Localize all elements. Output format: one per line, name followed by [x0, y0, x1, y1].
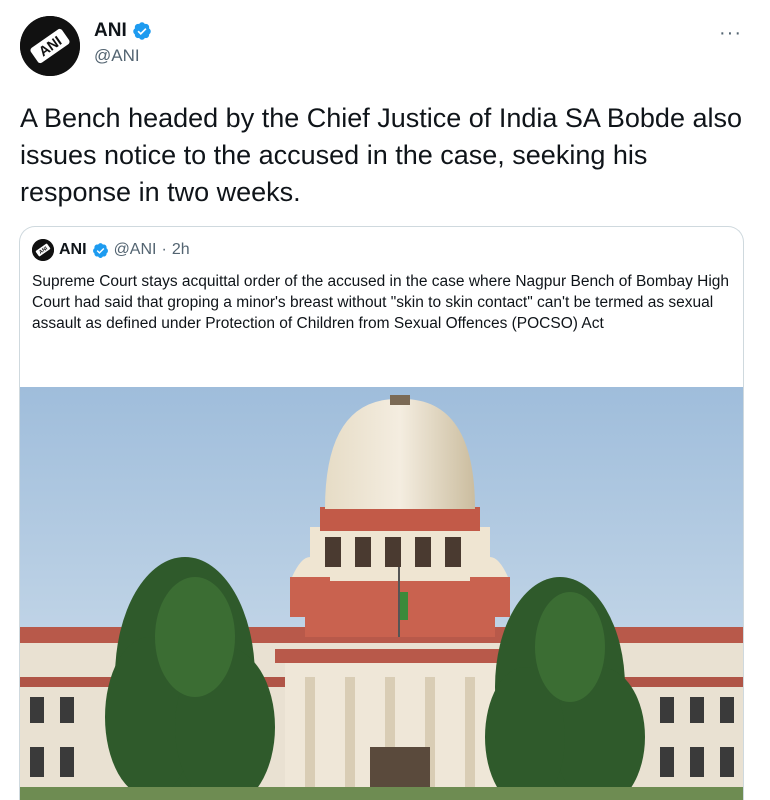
more-options-icon[interactable]: ··· [719, 22, 742, 45]
ani-logo-icon: ANI [20, 16, 80, 76]
quoted-avatar: ANI [32, 239, 54, 261]
verified-badge-icon [132, 22, 151, 40]
author-info[interactable]: ANI @ANI [94, 20, 152, 66]
quoted-tweet[interactable]: ANI ANI @ANI · 2h Supreme Court stays ac… [19, 226, 744, 800]
quoted-timestamp[interactable]: 2h [172, 241, 190, 259]
quoted-tweet-header: ANI ANI @ANI · 2h [32, 239, 190, 261]
tweet-text: A Bench headed by the Chief Justice of I… [20, 103, 742, 207]
verified-badge-icon [92, 242, 108, 258]
separator-dot: · [161, 241, 167, 258]
author-handle[interactable]: @ANI [94, 46, 152, 66]
ani-logo-icon: ANI [32, 239, 54, 261]
supreme-court-photo[interactable] [20, 387, 743, 800]
quoted-tweet-text: Supreme Court stays acquittal order of t… [32, 273, 730, 332]
ani-avatar[interactable]: ANI [20, 16, 80, 76]
supreme-court-building-illustration [20, 387, 743, 800]
tweet: ANI ANI @ANI ··· A Bench headed by the C… [0, 0, 770, 800]
quoted-author-name: ANI [59, 241, 87, 258]
quoted-author-handle: @ANI [113, 241, 157, 258]
author-name[interactable]: ANI [94, 20, 127, 42]
